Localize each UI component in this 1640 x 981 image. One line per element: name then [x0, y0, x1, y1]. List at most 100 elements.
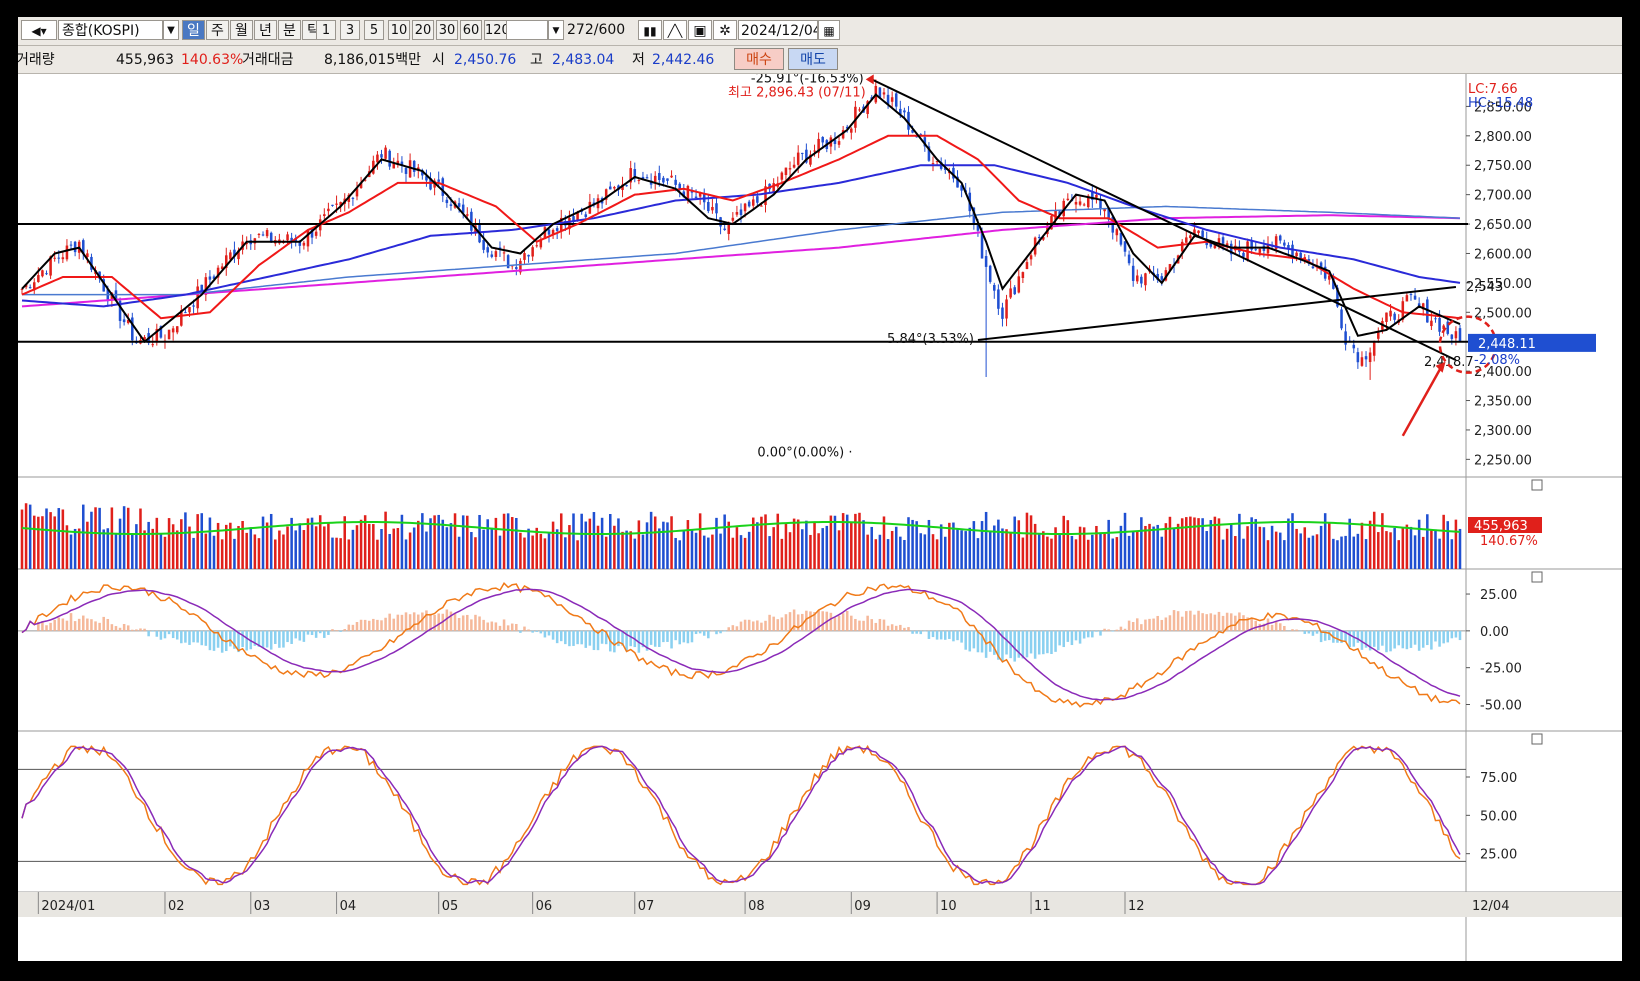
high-value: 2,483.04: [552, 52, 615, 68]
macd-hist-bar: [894, 625, 898, 631]
volume-bar: [588, 518, 592, 569]
interval-button-30[interactable]: 30: [436, 20, 458, 40]
period-tab-2[interactable]: 월: [230, 20, 253, 40]
period-tab-3[interactable]: 년: [254, 20, 277, 40]
interval-dropdown-icon[interactable]: ▼: [548, 20, 564, 40]
macd-hist-bar: [584, 630, 588, 648]
candle-body: [323, 214, 326, 217]
volume-bar: [237, 526, 240, 569]
buy-button[interactable]: 매수: [734, 48, 784, 70]
candle-body: [882, 92, 886, 95]
candle-body: [707, 201, 710, 212]
interval-button-120[interactable]: 120: [484, 20, 508, 40]
volume-bar: [490, 527, 494, 569]
macd-hist-bar: [854, 618, 857, 631]
volume-bar: [1438, 538, 1441, 569]
volume-bar: [829, 515, 833, 569]
macd-hist-bar: [151, 630, 154, 632]
date-input[interactable]: 2024/12/04: [738, 20, 818, 40]
volume-bar: [972, 521, 976, 569]
macd-hist-bar: [122, 623, 126, 631]
volume-bar: [523, 537, 526, 569]
volume-bar: [347, 539, 351, 569]
pane-menu-icon: [1531, 479, 1543, 491]
candle-body: [653, 175, 657, 183]
volume-bar: [617, 518, 620, 569]
period-tab-4[interactable]: 분: [278, 20, 301, 40]
candle-type-icon[interactable]: ▮▮: [638, 20, 662, 40]
macd-hist-bar: [343, 629, 346, 631]
volume-bar: [245, 532, 248, 569]
volume-bar: [866, 534, 869, 569]
volume-bar: [1299, 533, 1302, 569]
interval-button-1[interactable]: 1: [316, 20, 336, 40]
macd-hist-bar: [523, 626, 526, 631]
volume-bar: [715, 517, 718, 569]
macd-hist-bar: [384, 617, 387, 631]
candle-body: [1185, 237, 1188, 243]
macd-hist-bar: [1091, 630, 1094, 638]
macd-hist-bar: [126, 625, 130, 631]
volume-bar: [1144, 525, 1147, 569]
candle-body: [1377, 332, 1380, 339]
volume-bar: [899, 536, 902, 569]
sell-button[interactable]: 매도: [788, 48, 838, 70]
volume-bar: [24, 503, 28, 569]
interval-button-20[interactable]: 20: [412, 20, 434, 40]
interval-button-60[interactable]: 60: [460, 20, 482, 40]
candle-body: [686, 185, 690, 200]
macd-hist-bar: [943, 630, 947, 640]
macd-hist-bar: [200, 630, 204, 646]
macd-hist-bar: [86, 618, 89, 631]
volume-bar: [935, 539, 939, 569]
candle-body: [41, 270, 44, 277]
candle-body: [45, 273, 48, 275]
macd-hist-bar: [192, 630, 195, 643]
volume-bar: [878, 534, 882, 569]
macd-hist-bar: [1458, 630, 1462, 641]
interval-button-3[interactable]: 3: [340, 20, 360, 40]
volume-bar: [28, 504, 32, 569]
candle-body: [711, 206, 714, 211]
macd-hist-bar: [69, 613, 73, 631]
macd-hist-bar: [351, 624, 355, 631]
period-tab-0[interactable]: 일: [182, 20, 205, 40]
macd-hist-bar: [1307, 630, 1311, 634]
candle-body: [482, 240, 485, 250]
macd-hist-bar: [404, 612, 408, 631]
macd-hist-bar: [363, 619, 367, 631]
month-label: 02: [168, 899, 185, 914]
calendar-icon[interactable]: ▦: [818, 20, 840, 40]
chart-area[interactable]: 2,250.002,300.002,350.002,400.002,450.00…: [18, 74, 1622, 961]
volume-label: 거래량: [18, 52, 55, 68]
sound-menu-icon[interactable]: ◀▾: [21, 20, 57, 40]
interval-custom-input[interactable]: [506, 20, 548, 40]
volume-bar: [1295, 528, 1298, 569]
symbol-select[interactable]: 종합(KOSPI): [58, 20, 163, 40]
interval-button-10[interactable]: 10: [388, 20, 410, 40]
candle-body: [988, 265, 992, 282]
candle-body: [894, 93, 898, 107]
candle-body: [1295, 252, 1298, 257]
month-label: 11: [1034, 899, 1051, 914]
settings-gear-icon[interactable]: ✲: [713, 20, 737, 40]
macd-hist-bar: [649, 630, 653, 645]
save-icon[interactable]: ▣: [688, 20, 712, 40]
macd-hist-bar: [208, 630, 212, 651]
candle-body: [404, 167, 408, 174]
volume-bar: [1074, 539, 1078, 569]
volume-bar: [1099, 533, 1102, 569]
macd-hist-bar: [788, 612, 792, 631]
period-tab-1[interactable]: 주: [206, 20, 229, 40]
macd-hist-bar: [510, 623, 514, 631]
macd-hist-bar: [412, 612, 416, 631]
macd-hist-bar: [490, 621, 494, 631]
macd-hist-bar: [707, 630, 710, 639]
volume-bar: [355, 525, 359, 569]
macd-hist-bar: [613, 630, 616, 653]
trendline-tool-icon[interactable]: ╱╲: [663, 20, 687, 40]
volume-bar: [948, 522, 951, 569]
symbol-dropdown-icon[interactable]: ▼: [163, 20, 179, 40]
count-input[interactable]: 272/600: [567, 20, 625, 40]
interval-button-5[interactable]: 5: [364, 20, 384, 40]
